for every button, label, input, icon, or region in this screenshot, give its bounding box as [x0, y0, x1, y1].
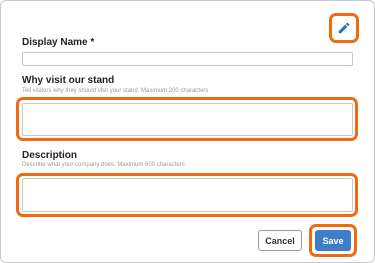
cancel-button[interactable]: Cancel [258, 230, 302, 251]
why-visit-hint: Tell visitors why they should visit your… [22, 88, 209, 94]
description-hint: Describe what your company does. Maximum… [22, 162, 185, 168]
display-name-input[interactable] [22, 52, 353, 66]
save-button[interactable]: Save [315, 230, 351, 251]
display-name-label: Display Name * [22, 37, 95, 48]
why-visit-textarea[interactable] [22, 103, 353, 136]
description-textarea[interactable] [22, 178, 353, 212]
pencil-icon [338, 22, 350, 34]
edit-button[interactable] [329, 13, 359, 43]
description-label: Description [22, 150, 78, 161]
why-visit-label: Why visit our stand [22, 75, 115, 86]
